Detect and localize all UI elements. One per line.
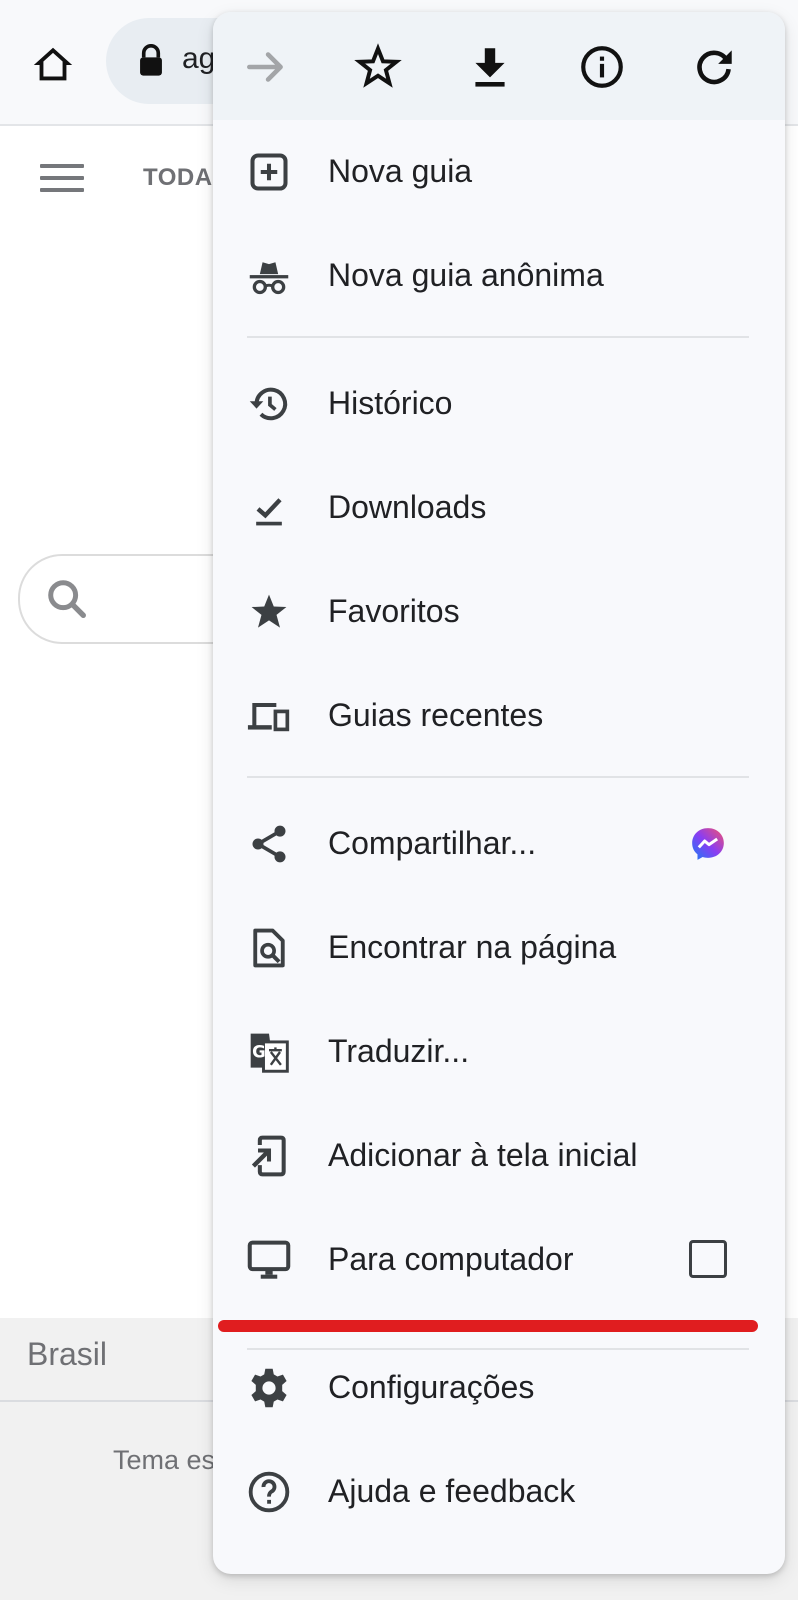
menu-item-new-incognito-tab[interactable]: Nova guia anônima [213, 226, 785, 326]
page-info-button[interactable] [577, 42, 627, 92]
lock-icon [140, 44, 162, 76]
menu-item-label: Histórico [328, 385, 453, 421]
menu-item-find-in-page[interactable]: Encontrar na página [213, 898, 785, 998]
desktop-site-checkbox[interactable] [689, 1240, 727, 1278]
menu-item-label: Para computador [328, 1241, 574, 1277]
hamburger-menu-icon[interactable] [40, 164, 84, 192]
forward-button[interactable] [241, 42, 291, 92]
menu-divider [247, 336, 749, 338]
menu-item-bookmarks[interactable]: Favoritos [213, 562, 785, 662]
menu-item-translate[interactable]: G Traduzir... [213, 1002, 785, 1102]
page-info-icon [581, 46, 623, 88]
browser-overflow-menu: Nova guia Nova guia anônima Histórico Do… [213, 12, 785, 1574]
menu-item-label: Downloads [328, 489, 487, 525]
menu-item-share[interactable]: Compartilhar... [213, 794, 785, 894]
menu-item-add-to-home-screen[interactable]: Adicionar à tela inicial [213, 1106, 785, 1206]
history-icon [247, 382, 291, 426]
reload-icon [697, 50, 732, 85]
desktop-icon [247, 1238, 291, 1282]
menu-item-label: Ajuda e feedback [328, 1473, 576, 1509]
url-text: ag [182, 42, 216, 75]
page-nav-label[interactable]: TODA [143, 164, 213, 192]
translate-icon: G [247, 1030, 291, 1074]
download-page-button[interactable] [465, 42, 515, 92]
devices-icon [247, 694, 291, 738]
menu-item-history[interactable]: Histórico [213, 354, 785, 454]
menu-item-label: Traduzir... [328, 1033, 470, 1069]
add-to-home-icon [247, 1134, 291, 1178]
home-button[interactable] [30, 42, 76, 88]
reload-button[interactable] [689, 42, 739, 92]
settings-icon [247, 1366, 291, 1410]
home-icon [33, 47, 73, 81]
help-icon [247, 1470, 291, 1514]
svg-text:G: G [252, 1043, 266, 1062]
incognito-icon [247, 254, 291, 298]
menu-item-recent-tabs[interactable]: Guias recentes [213, 666, 785, 766]
menu-item-help-feedback[interactable]: Ajuda e feedback [213, 1442, 785, 1542]
menu-item-label: Configurações [328, 1369, 535, 1405]
search-icon [48, 580, 86, 618]
red-annotation-underline [218, 1320, 758, 1332]
menu-item-label: Adicionar à tela inicial [328, 1137, 638, 1173]
menu-toolbar [213, 12, 785, 120]
menu-item-settings[interactable]: Configurações [213, 1338, 785, 1438]
find-in-page-icon [247, 926, 291, 970]
menu-item-label: Nova guia anônima [328, 257, 604, 293]
download-icon [475, 48, 505, 87]
star-icon [247, 590, 291, 634]
bookmark-star-icon [354, 43, 402, 88]
menu-item-label: Encontrar na página [328, 929, 617, 965]
menu-item-new-tab[interactable]: Nova guia [213, 122, 785, 222]
menu-item-label: Compartilhar... [328, 825, 537, 861]
menu-item-downloads[interactable]: Downloads [213, 458, 785, 558]
downloads-check-icon [247, 486, 291, 530]
footer-country: Brasil [27, 1336, 108, 1372]
messenger-icon[interactable] [688, 824, 728, 864]
forward-icon [247, 52, 283, 82]
share-icon [247, 822, 291, 866]
bookmark-button[interactable] [353, 42, 403, 92]
menu-item-desktop-site[interactable]: Para computador [213, 1210, 785, 1310]
footer-theme-link[interactable]: Tema es [113, 1445, 215, 1476]
menu-item-label: Guias recentes [328, 697, 544, 733]
menu-divider [247, 776, 749, 778]
new-tab-icon [247, 150, 291, 194]
menu-item-label: Favoritos [328, 593, 460, 629]
menu-item-label: Nova guia [328, 153, 473, 189]
